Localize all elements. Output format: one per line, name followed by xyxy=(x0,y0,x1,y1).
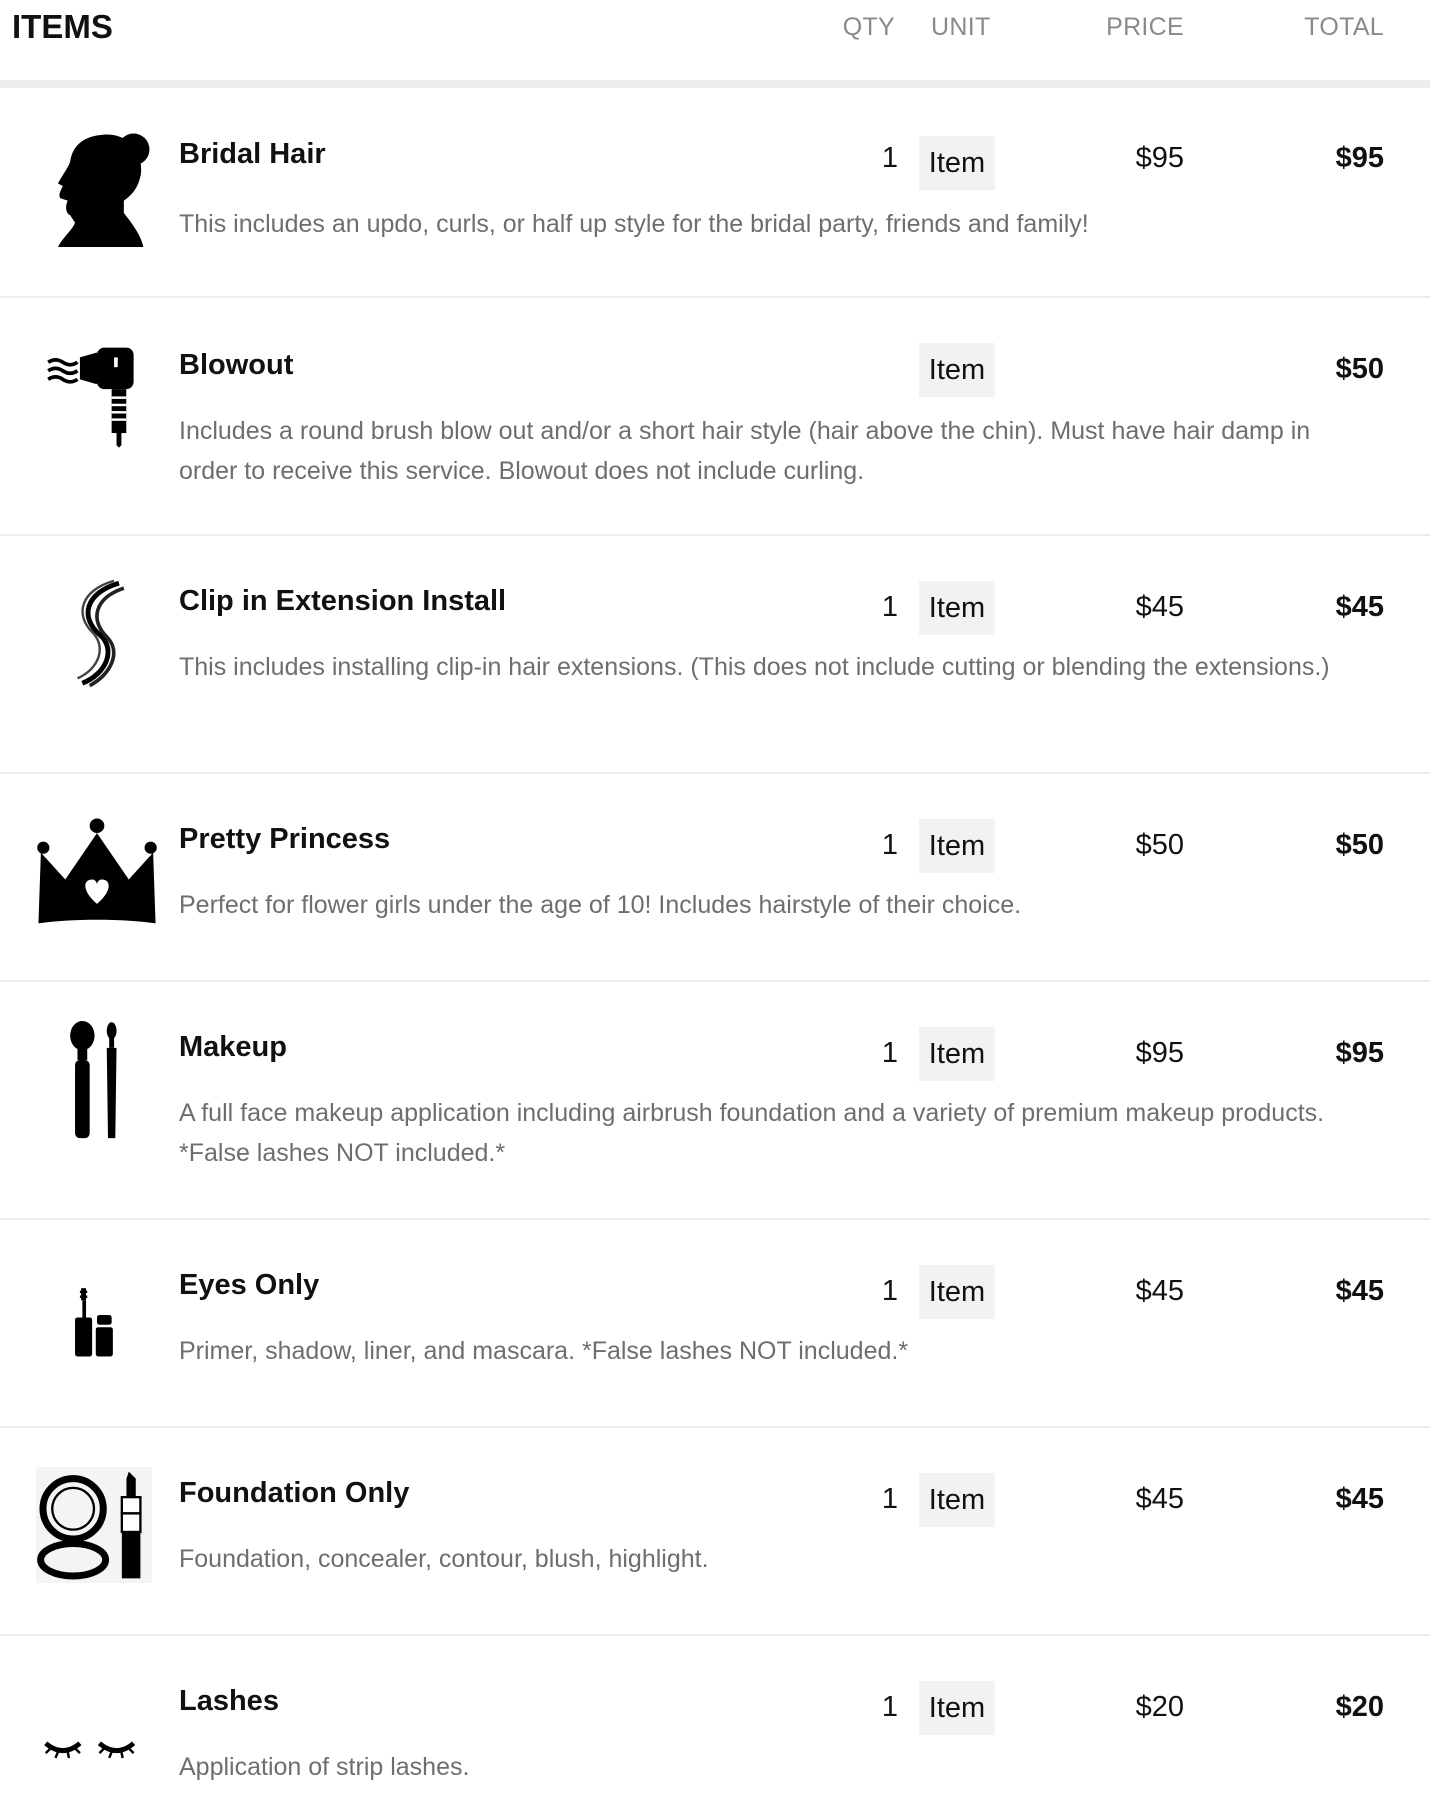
item-total: $50 xyxy=(1335,829,1384,861)
item-total: $45 xyxy=(1335,1483,1384,1515)
item-price: $20 xyxy=(1135,1691,1184,1723)
item-description: A full face makeup application including… xyxy=(179,1099,1325,1167)
item-qty: 1 xyxy=(881,1691,898,1723)
item-total: $20 xyxy=(1335,1691,1384,1723)
item-qty: 1 xyxy=(881,591,898,623)
item-name: Makeup xyxy=(179,1031,287,1063)
header-items: ITEMS xyxy=(12,8,113,45)
item-price: $95 xyxy=(1135,142,1184,174)
item-name: Clip in Extension Install xyxy=(179,585,507,617)
item-total: $50 xyxy=(1335,353,1384,385)
item-unit: Item xyxy=(919,581,995,635)
item-total: $95 xyxy=(1335,142,1384,174)
item-total: $45 xyxy=(1335,591,1384,623)
item-name: Foundation Only xyxy=(179,1477,410,1509)
item-qty: 1 xyxy=(881,1037,898,1069)
item-row-lashes: Lashes 1 Item $20 $20 Application of str… xyxy=(0,1635,1430,1785)
item-description: Perfect for flower girls under the age o… xyxy=(179,891,1022,919)
item-name: Bridal Hair xyxy=(179,138,326,170)
item-price: $45 xyxy=(1135,591,1184,623)
item-description: This includes installing clip-in hair ex… xyxy=(179,653,1330,681)
hair-dryer-icon xyxy=(36,333,158,455)
crown-icon xyxy=(36,816,158,938)
hair-strand-icon xyxy=(36,571,158,693)
item-description: Includes a round brush blow out and/or a… xyxy=(179,417,1311,485)
header-qty: QTY xyxy=(842,13,895,41)
item-qty: 1 xyxy=(881,1483,898,1515)
item-qty: 1 xyxy=(881,829,898,861)
item-unit: Item xyxy=(919,343,995,397)
item-price: $95 xyxy=(1135,1037,1184,1069)
item-name: Lashes xyxy=(179,1685,279,1717)
mascara-icon xyxy=(36,1254,158,1376)
header-unit: UNIT xyxy=(931,13,991,41)
item-price: $50 xyxy=(1135,829,1184,861)
item-price: $45 xyxy=(1135,1275,1184,1307)
item-row-clip-in-extension: Clip in Extension Install 1 Item $45 $45… xyxy=(0,535,1430,774)
item-name: Eyes Only xyxy=(179,1269,320,1301)
item-name: Pretty Princess xyxy=(179,823,391,855)
item-row-makeup: Makeup 1 Item $95 $95 A full face makeup… xyxy=(0,981,1430,1220)
item-unit: Item xyxy=(919,1027,995,1081)
compact-lipstick-icon xyxy=(36,1467,152,1583)
item-name: Blowout xyxy=(179,349,294,381)
item-qty: 1 xyxy=(881,1275,898,1307)
item-row-eyes-only: Eyes Only 1 Item $45 $45 Primer, shadow,… xyxy=(0,1219,1430,1428)
item-row-foundation-only: Foundation Only 1 Item $45 $45 Foundatio… xyxy=(0,1427,1430,1636)
item-row-blowout: Blowout Item $50 Includes a round brush … xyxy=(0,297,1430,536)
makeup-brushes-icon xyxy=(36,1021,158,1143)
items-table-header: ITEMS QTY UNIT PRICE TOTAL xyxy=(0,0,1430,88)
item-price: $45 xyxy=(1135,1483,1184,1515)
item-qty: 1 xyxy=(881,142,898,174)
item-total: $95 xyxy=(1335,1037,1384,1069)
item-unit: Item xyxy=(919,1265,995,1319)
header-total: TOTAL xyxy=(1304,13,1384,41)
item-unit: Item xyxy=(919,819,995,873)
item-unit: Item xyxy=(919,1473,995,1527)
item-total: $45 xyxy=(1335,1275,1384,1307)
item-unit: Item xyxy=(919,136,995,190)
item-description: Foundation, concealer, contour, blush, h… xyxy=(179,1545,709,1573)
item-row-bridal-hair: Bridal Hair 1 Item $95 $95 This includes… xyxy=(0,88,1430,298)
item-description: Primer, shadow, liner, and mascara. *Fal… xyxy=(179,1337,909,1365)
item-description: This includes an updo, curls, or half up… xyxy=(179,210,1089,238)
item-unit: Item xyxy=(919,1681,995,1735)
item-description: Application of strip lashes. xyxy=(179,1753,470,1781)
woman-silhouette-icon xyxy=(36,125,158,247)
eyelashes-icon xyxy=(36,1675,158,1797)
header-price: PRICE xyxy=(1106,13,1184,41)
item-row-pretty-princess: Pretty Princess 1 Item $50 $50 Perfect f… xyxy=(0,773,1430,982)
